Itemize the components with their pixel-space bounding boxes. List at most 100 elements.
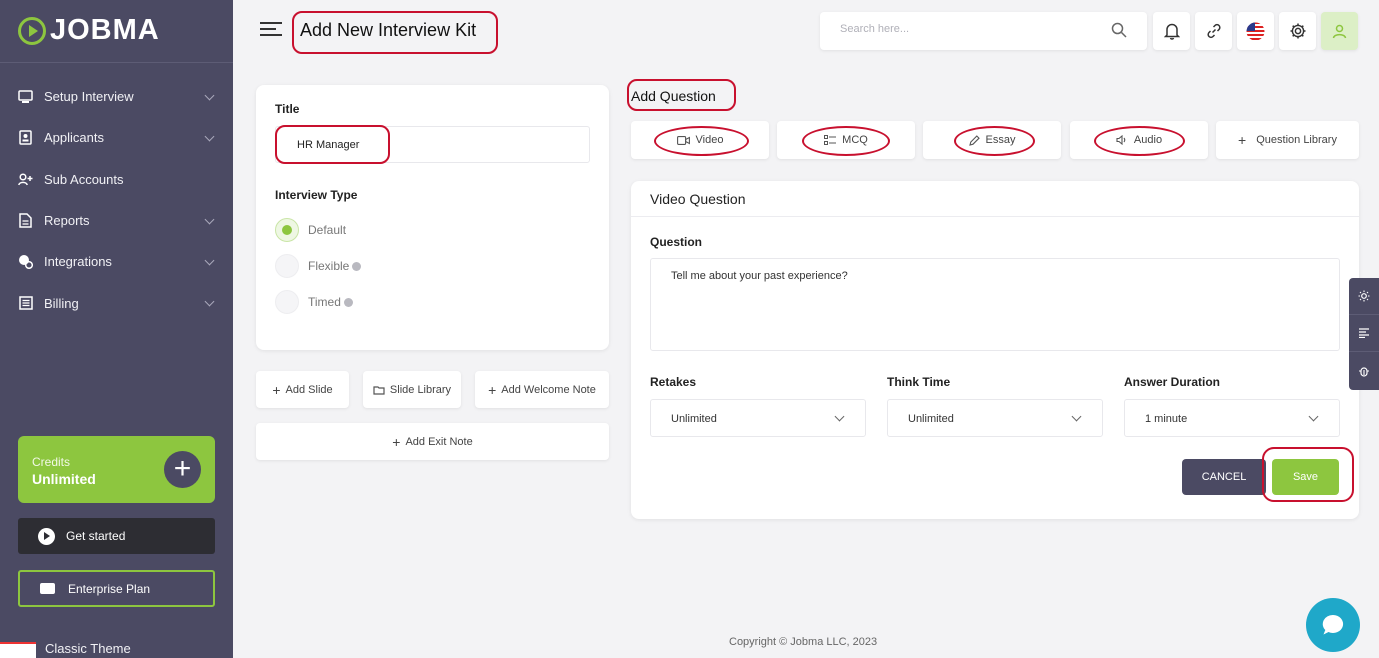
slide-library-label: Slide Library bbox=[389, 383, 452, 396]
answer-duration-label: Answer Duration bbox=[1124, 375, 1221, 389]
sidebar-item-sub-accounts[interactable]: Sub Accounts bbox=[0, 159, 233, 200]
question-type-mcq[interactable]: MCQ bbox=[777, 121, 915, 159]
plus-icon: + bbox=[392, 433, 401, 450]
sidebar-item-integrations[interactable]: Integrations bbox=[0, 241, 233, 282]
logo-play-icon bbox=[18, 16, 46, 45]
floating-tools-panel bbox=[1349, 278, 1379, 390]
save-button[interactable]: Save bbox=[1272, 459, 1339, 495]
credits-card: Credits Unlimited + bbox=[18, 436, 215, 503]
bug-report-button[interactable] bbox=[1349, 352, 1379, 389]
user-icon bbox=[1332, 24, 1347, 38]
search-input[interactable] bbox=[840, 23, 1100, 35]
answer-duration-value: 1 minute bbox=[1145, 413, 1188, 425]
sidebar-divider bbox=[0, 62, 233, 63]
radio-icon[interactable] bbox=[275, 254, 299, 278]
chat-bubble-icon bbox=[1322, 614, 1344, 635]
question-type-essay[interactable]: Essay bbox=[923, 121, 1061, 159]
get-started-button[interactable]: Get started bbox=[18, 518, 215, 554]
add-exit-note-label: Add Exit Note bbox=[405, 435, 473, 448]
link-button[interactable] bbox=[1195, 12, 1232, 50]
plus-icon: + bbox=[1238, 132, 1247, 148]
theme-toggle-button[interactable] bbox=[1349, 278, 1379, 315]
interview-type-label-flexible: Flexible bbox=[308, 259, 350, 273]
info-icon[interactable] bbox=[343, 297, 353, 307]
sidebar-item-reports[interactable]: Reports bbox=[0, 200, 233, 241]
credits-value: Unlimited bbox=[32, 471, 96, 487]
add-slide-button[interactable]: + Add Slide bbox=[256, 371, 349, 408]
slide-library-button[interactable]: Slide Library bbox=[363, 371, 461, 408]
bug-icon bbox=[1359, 366, 1369, 377]
footer-copyright: Copyright © Jobma LLC, 2023 bbox=[729, 636, 878, 648]
interview-type-default[interactable]: Default bbox=[275, 218, 346, 242]
title-input[interactable] bbox=[275, 126, 590, 163]
settings-button[interactable] bbox=[1279, 12, 1316, 50]
speaker-icon bbox=[1116, 135, 1126, 145]
pencil-icon bbox=[968, 134, 980, 146]
sidebar-item-label: Applicants bbox=[44, 130, 104, 146]
align-button[interactable] bbox=[1349, 315, 1379, 352]
sidebar-item-applicants[interactable]: Applicants bbox=[0, 117, 233, 158]
sidebar: JOBMA Setup Interview Applicants Sub Acc… bbox=[0, 0, 233, 658]
sidebar-item-label: Setup Interview bbox=[44, 89, 134, 105]
interview-type-timed[interactable]: Timed bbox=[275, 290, 353, 314]
video-question-card: Video Question Question Tell me about yo… bbox=[631, 181, 1359, 519]
classic-theme-toggle[interactable]: Classic Theme bbox=[0, 634, 233, 658]
interview-type-label: Interview Type bbox=[275, 188, 358, 202]
applicants-icon bbox=[18, 130, 33, 146]
sun-icon bbox=[1358, 290, 1370, 302]
search-icon[interactable] bbox=[1111, 22, 1127, 43]
interview-type-label-timed: Timed bbox=[308, 295, 341, 309]
avatar[interactable] bbox=[1321, 12, 1358, 50]
folder-icon bbox=[373, 385, 385, 395]
think-time-value: Unlimited bbox=[908, 413, 954, 425]
think-time-label: Think Time bbox=[887, 375, 951, 389]
question-type-audio[interactable]: Audio bbox=[1070, 121, 1208, 159]
list-icon bbox=[824, 135, 837, 145]
sidebar-item-label: Integrations bbox=[44, 254, 112, 270]
enterprise-plan-button[interactable]: Enterprise Plan bbox=[18, 570, 215, 607]
cancel-button[interactable]: CANCEL bbox=[1182, 459, 1266, 495]
question-type-label: Video bbox=[695, 134, 724, 146]
interview-type-flexible[interactable]: Flexible bbox=[275, 254, 362, 278]
wallet-icon bbox=[40, 583, 55, 594]
sub-accounts-icon bbox=[18, 172, 33, 187]
reports-icon bbox=[18, 213, 33, 228]
sidebar-item-label: Sub Accounts bbox=[44, 171, 124, 187]
add-welcome-note-button[interactable]: + Add Welcome Note bbox=[475, 371, 609, 408]
chevron-down-icon bbox=[204, 90, 215, 101]
retakes-value: Unlimited bbox=[671, 413, 717, 425]
language-button[interactable] bbox=[1237, 12, 1274, 50]
kit-details-card: Title Interview Type Default Flexible Ti… bbox=[256, 85, 609, 350]
retakes-select[interactable]: Unlimited bbox=[650, 399, 866, 437]
sidebar-item-billing[interactable]: Billing bbox=[0, 282, 233, 323]
chevron-down-icon bbox=[834, 411, 845, 422]
search-box[interactable] bbox=[820, 12, 1147, 50]
add-welcome-note-label: Add Welcome Note bbox=[501, 383, 596, 396]
add-credits-button[interactable]: + bbox=[164, 451, 201, 488]
menu-toggle-icon[interactable] bbox=[260, 22, 282, 36]
question-type-video[interactable]: Video bbox=[631, 121, 769, 159]
radio-icon[interactable] bbox=[275, 290, 299, 314]
get-started-label: Get started bbox=[66, 529, 126, 543]
sidebar-item-label: Reports bbox=[44, 213, 90, 229]
info-icon[interactable] bbox=[352, 261, 362, 271]
question-textarea[interactable]: Tell me about your past experience? bbox=[650, 258, 1340, 351]
question-type-label: Audio bbox=[1133, 134, 1163, 146]
question-library-button[interactable]: + Question Library bbox=[1216, 121, 1359, 159]
plus-icon: + bbox=[272, 381, 281, 398]
sidebar-nav: Setup Interview Applicants Sub Accounts … bbox=[0, 76, 233, 324]
integrations-icon bbox=[18, 254, 33, 270]
think-time-select[interactable]: Unlimited bbox=[887, 399, 1103, 437]
video-question-heading: Video Question bbox=[650, 191, 746, 207]
answer-duration-select[interactable]: 1 minute bbox=[1124, 399, 1340, 437]
radio-selected-icon[interactable] bbox=[275, 218, 299, 242]
chevron-down-icon bbox=[204, 297, 215, 307]
retakes-label: Retakes bbox=[650, 375, 697, 389]
page-title: Add New Interview Kit bbox=[300, 20, 477, 40]
jobma-logo[interactable]: JOBMA bbox=[18, 14, 160, 47]
chat-launcher-button[interactable] bbox=[1306, 598, 1360, 652]
align-left-icon bbox=[1359, 328, 1369, 338]
add-exit-note-button[interactable]: + Add Exit Note bbox=[256, 423, 609, 460]
sidebar-item-setup-interview[interactable]: Setup Interview bbox=[0, 76, 233, 117]
notifications-button[interactable] bbox=[1153, 12, 1190, 50]
